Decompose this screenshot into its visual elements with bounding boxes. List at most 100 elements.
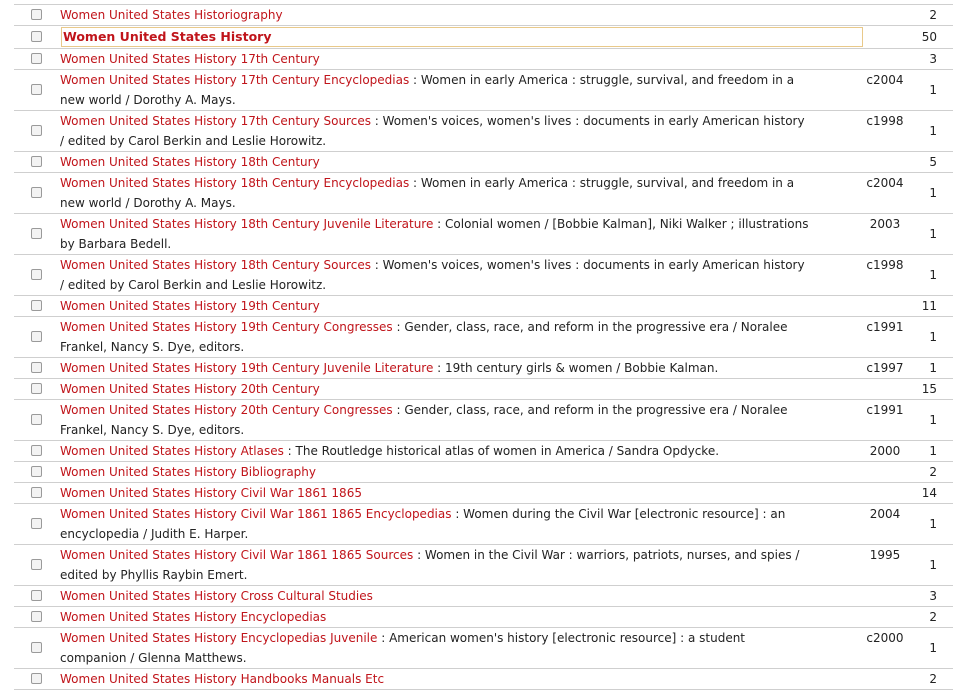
subject-link[interactable]: Women United States History Civil War 18… (60, 507, 452, 521)
select-checkbox[interactable] (31, 559, 42, 570)
row-content: Women United States History Encyclopedia… (60, 607, 810, 627)
title-separator: : (433, 361, 446, 375)
subject-link[interactable]: Women United States History 18th Century (60, 155, 320, 169)
subject-link[interactable]: Women United States History 18th Century… (60, 217, 433, 231)
subject-link[interactable]: Women United States History 17th Century (60, 52, 320, 66)
table-row: Women United States History 18th Century… (14, 173, 953, 214)
select-checkbox[interactable] (31, 228, 42, 239)
title-separator: : (409, 176, 421, 190)
record-count: 3 (929, 52, 937, 66)
select-checkbox[interactable] (31, 31, 42, 42)
select-checkbox[interactable] (31, 362, 42, 373)
row-content: Women United States History 17th Century… (60, 70, 810, 110)
record-count: 1 (929, 413, 937, 427)
select-checkbox[interactable] (31, 590, 42, 601)
row-content: Women United States History 19th Century… (60, 317, 810, 357)
subject-link[interactable]: Women United States History 17th Century… (60, 73, 409, 87)
select-checkbox[interactable] (31, 53, 42, 64)
select-checkbox[interactable] (31, 518, 42, 529)
subject-link[interactable]: Women United States History (62, 28, 862, 46)
select-checkbox[interactable] (31, 125, 42, 136)
row-content: Women United States History Civil War 18… (60, 545, 810, 585)
subject-link[interactable]: Women United States History Bibliography (60, 465, 316, 479)
row-content: Women United States History Bibliography (60, 462, 810, 482)
subject-link[interactable]: Women United States History 18th Century… (60, 176, 409, 190)
title-separator: : (377, 631, 390, 645)
record-count: 1 (929, 268, 937, 282)
record-count: 1 (929, 641, 937, 655)
record-count: 2 (929, 465, 937, 479)
table-row: Women United States History Civil War 18… (14, 545, 953, 586)
subject-link[interactable]: Women United States History 19th Century… (60, 320, 393, 334)
select-checkbox[interactable] (31, 9, 42, 20)
table-row: Women United States History Handbooks Ma… (14, 669, 953, 690)
select-checkbox[interactable] (31, 642, 42, 653)
subject-link[interactable]: Women United States History Cross Cultur… (60, 589, 373, 603)
record-count: 11 (921, 299, 937, 313)
select-checkbox[interactable] (31, 414, 42, 425)
select-checkbox[interactable] (31, 487, 42, 498)
row-content: Women United States History 17th Century (60, 49, 810, 69)
subject-link[interactable]: Women United States History Civil War 18… (60, 548, 413, 562)
title-separator: : (392, 403, 405, 417)
table-row: Women United States History Civil War 18… (14, 504, 953, 545)
title-separator: : (370, 258, 383, 272)
title-separator: : (413, 548, 425, 562)
record-count: 15 (921, 382, 937, 396)
select-checkbox[interactable] (31, 673, 42, 684)
row-content: Women United States Historiography (60, 5, 810, 25)
table-row: Women United States History 18th Century… (14, 255, 953, 296)
select-checkbox[interactable] (31, 383, 42, 394)
record-count: 1 (929, 361, 937, 375)
table-row: Women United States History 20th Century… (14, 379, 953, 400)
table-row: Women United States History 18th Century… (14, 152, 953, 173)
subject-link[interactable]: Women United States History Atlases (60, 444, 284, 458)
subject-link[interactable]: Women United States History Encyclopedia… (60, 631, 377, 645)
row-content: Women United States History 19th Century… (60, 358, 810, 378)
row-content: Women United States History 20th Century (60, 379, 810, 399)
select-checkbox[interactable] (31, 156, 42, 167)
table-row: Women United States History 17th Century… (14, 70, 953, 111)
subject-link[interactable]: Women United States History 20th Century… (60, 403, 393, 417)
record-count: 1 (929, 444, 937, 458)
select-checkbox[interactable] (31, 84, 42, 95)
table-row: Women United States History Atlases : Th… (14, 441, 953, 462)
row-content: Women United States History Civil War 18… (60, 483, 810, 503)
row-content: Women United States History 17th Century… (60, 111, 810, 151)
record-count: 1 (929, 330, 937, 344)
row-content: Women United States History 18th Century… (60, 214, 810, 254)
record-count: 1 (929, 83, 937, 97)
subject-link[interactable]: Women United States History 20th Century (60, 382, 320, 396)
row-content: Women United States History 18th Century (60, 152, 810, 172)
table-row: Women United States History Cross Cultur… (14, 586, 953, 607)
select-checkbox[interactable] (31, 611, 42, 622)
record-count: 3 (929, 589, 937, 603)
title-separator: : (433, 217, 446, 231)
table-row: Women United States History 19th Century… (14, 358, 953, 379)
select-checkbox[interactable] (31, 187, 42, 198)
record-count: 1 (929, 558, 937, 572)
select-checkbox[interactable] (31, 269, 42, 280)
subject-link[interactable]: Women United States History 19th Century… (60, 361, 433, 375)
table-row: Women United States History Encyclopedia… (14, 628, 953, 669)
record-count: 2 (929, 610, 937, 624)
table-row: Women United States History Encyclopedia… (14, 607, 953, 628)
title-separator: : (451, 507, 464, 521)
record-count: 2 (929, 672, 937, 686)
subject-link[interactable]: Women United States History 18th Century… (60, 258, 371, 272)
select-checkbox[interactable] (31, 466, 42, 477)
select-checkbox[interactable] (31, 300, 42, 311)
record-count: 1 (929, 227, 937, 241)
row-content: Women United States History 20th Century… (60, 400, 810, 440)
select-checkbox[interactable] (31, 445, 42, 456)
title-separator: : (409, 73, 421, 87)
table-row: Women United States History 17th Century… (14, 111, 953, 152)
select-checkbox[interactable] (31, 331, 42, 342)
table-row: Women United States History 50 (14, 26, 953, 49)
subject-link[interactable]: Women United States History 17th Century… (60, 114, 371, 128)
subject-link[interactable]: Women United States History 19th Century (60, 299, 320, 313)
subject-link[interactable]: Women United States History Encyclopedia… (60, 610, 326, 624)
subject-link[interactable]: Women United States Historiography (60, 8, 283, 22)
subject-link[interactable]: Women United States History Civil War 18… (60, 486, 362, 500)
subject-link[interactable]: Women United States History Handbooks Ma… (60, 672, 384, 686)
